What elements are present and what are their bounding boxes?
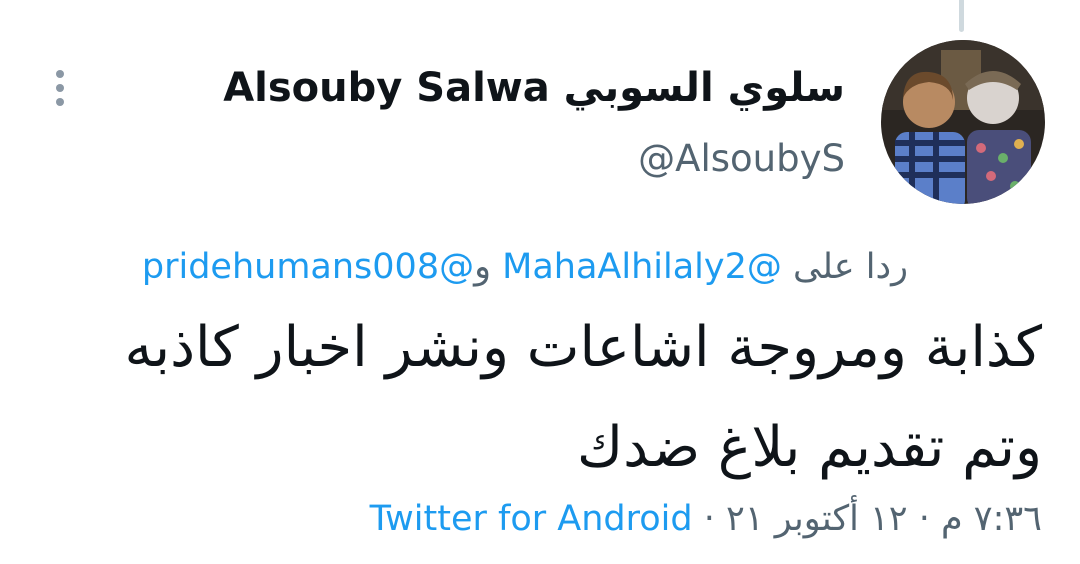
- tweet-text-line: وتم تقديم بلاغ ضدك: [577, 415, 1042, 480]
- tweet-date[interactable]: ١٢ أكتوبر ٢١: [726, 499, 908, 539]
- reply-mention-link[interactable]: @pridehumans008: [142, 247, 474, 287]
- thread-connector-line: [959, 0, 964, 32]
- meta-separator: ·: [703, 499, 715, 539]
- tweet-time[interactable]: ٧:٣٦ م: [941, 499, 1042, 539]
- reply-conjunction: و: [474, 247, 491, 287]
- more-vertical-icon-dot: [56, 84, 64, 92]
- more-options-button[interactable]: [40, 64, 80, 112]
- more-vertical-icon: [56, 70, 64, 78]
- tweet-text: كذابة ومروجة اشاعات ونشر اخبار كاذبه وتم…: [42, 298, 1042, 498]
- tweet-metadata: ٧:٣٦ م · ١٢ أكتوبر ٢١ · Twitter for Andr…: [370, 492, 1042, 546]
- reply-prefix: ردا على: [793, 247, 908, 287]
- avatar[interactable]: [881, 40, 1045, 204]
- reply-mention-link[interactable]: @MahaAlhilaly2: [502, 247, 782, 287]
- avatar-photo: [881, 40, 1045, 204]
- user-handle[interactable]: @AlsoubyS: [638, 134, 845, 184]
- more-vertical-icon-dot: [56, 98, 64, 106]
- display-name[interactable]: سلوي السوبي Alsouby Salwa: [223, 58, 845, 118]
- tweet-source-link[interactable]: Twitter for Android: [370, 499, 693, 539]
- tweet-text-line: كذابة ومروجة اشاعات ونشر اخبار كاذبه: [124, 315, 1042, 380]
- meta-separator: ·: [918, 499, 930, 539]
- reply-context: ردا على @MahaAlhilaly2 و@pridehumans008: [142, 240, 908, 294]
